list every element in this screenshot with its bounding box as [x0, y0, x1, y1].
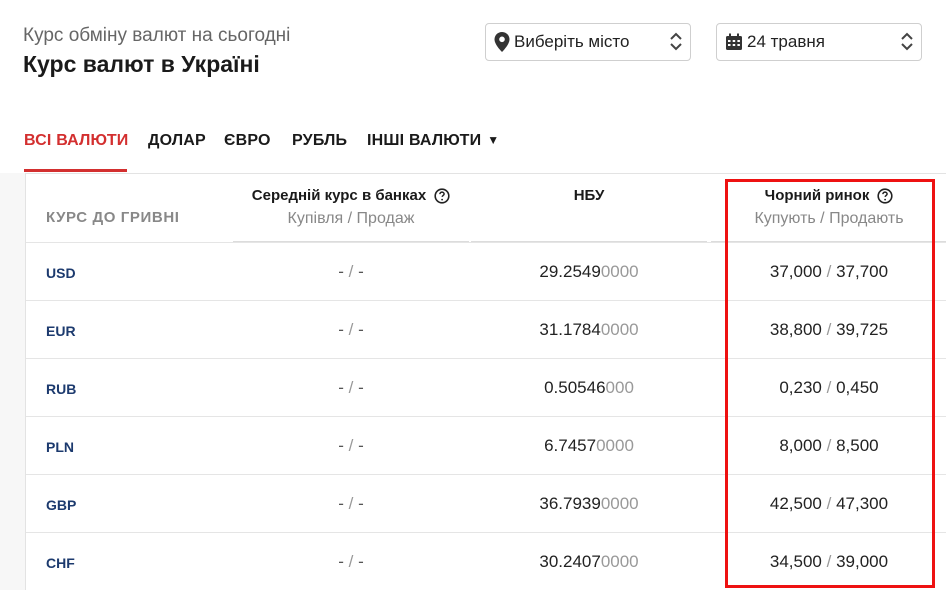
caret-down-icon: ▼ — [487, 133, 500, 147]
black-market-highlight-box — [725, 179, 935, 588]
page-subtitle: Курс обміну валют на сьогодні — [23, 25, 291, 46]
bank-average-header: Середній курс в банках Купівля / Продаж — [233, 174, 469, 241]
bank-average-cell: - / - — [338, 262, 364, 281]
currency-code[interactable]: USD — [46, 265, 76, 281]
nbu-title: НБУ — [573, 187, 605, 204]
left-gutter — [0, 173, 25, 590]
tab-ruble[interactable]: РУБЛЬ — [292, 132, 347, 150]
tab-other-label: ІНШІ ВАЛЮТИ — [367, 132, 482, 149]
chevron-updown-icon — [901, 32, 913, 51]
nbu-rate-cell: 6.74570000 — [544, 436, 634, 455]
date-select-value: 24 травня — [747, 32, 825, 51]
active-tab-indicator — [24, 169, 127, 172]
bank-average-cell: - / - — [338, 552, 364, 571]
currency-code[interactable]: GBP — [46, 497, 76, 513]
calendar-icon — [725, 33, 743, 51]
currency-tabs: ВСІ ВАЛЮТИ ДОЛАР ЄВРО РУБЛЬ ІНШІ ВАЛЮТИ ▼ — [0, 120, 946, 172]
currency-code[interactable]: CHF — [46, 555, 75, 571]
rate-to-hryvnia-header: КУРС ДО ГРИВНІ — [46, 209, 180, 226]
tab-euro[interactable]: ЄВРО — [224, 132, 271, 150]
page-title: Курс валют в Україні — [23, 51, 260, 77]
bank-average-cell: - / - — [338, 378, 364, 397]
tab-dollar[interactable]: ДОЛАР — [148, 132, 206, 150]
bank-average-cell: - / - — [338, 320, 364, 339]
tab-other-currencies[interactable]: ІНШІ ВАЛЮТИ ▼ — [367, 132, 499, 150]
tab-all-currencies[interactable]: ВСІ ВАЛЮТИ — [24, 132, 129, 150]
map-pin-icon — [494, 32, 510, 52]
nbu-header: НБУ — [471, 174, 707, 241]
city-select[interactable]: Виберіть місто — [485, 23, 691, 61]
city-select-value: Виберіть місто — [514, 32, 630, 51]
nbu-rate-cell: 30.24070000 — [539, 552, 639, 571]
currency-code[interactable]: EUR — [46, 323, 76, 339]
date-select[interactable]: 24 травня — [716, 23, 922, 61]
bank-average-subtitle: Купівля / Продаж — [287, 210, 415, 227]
bank-average-cell: - / - — [338, 494, 364, 513]
help-icon[interactable] — [434, 187, 450, 204]
bank-average-cell: - / - — [338, 436, 364, 455]
bank-average-title: Середній курс в банках — [251, 187, 427, 204]
chevron-updown-icon — [670, 32, 682, 51]
currency-code[interactable]: RUB — [46, 381, 76, 397]
nbu-rate-cell: 31.17840000 — [539, 320, 639, 339]
nbu-rate-cell: 36.79390000 — [539, 494, 639, 513]
currency-code[interactable]: PLN — [46, 439, 74, 455]
nbu-rate-cell: 29.25490000 — [539, 262, 639, 281]
nbu-rate-cell: 0.50546000 — [544, 378, 634, 397]
